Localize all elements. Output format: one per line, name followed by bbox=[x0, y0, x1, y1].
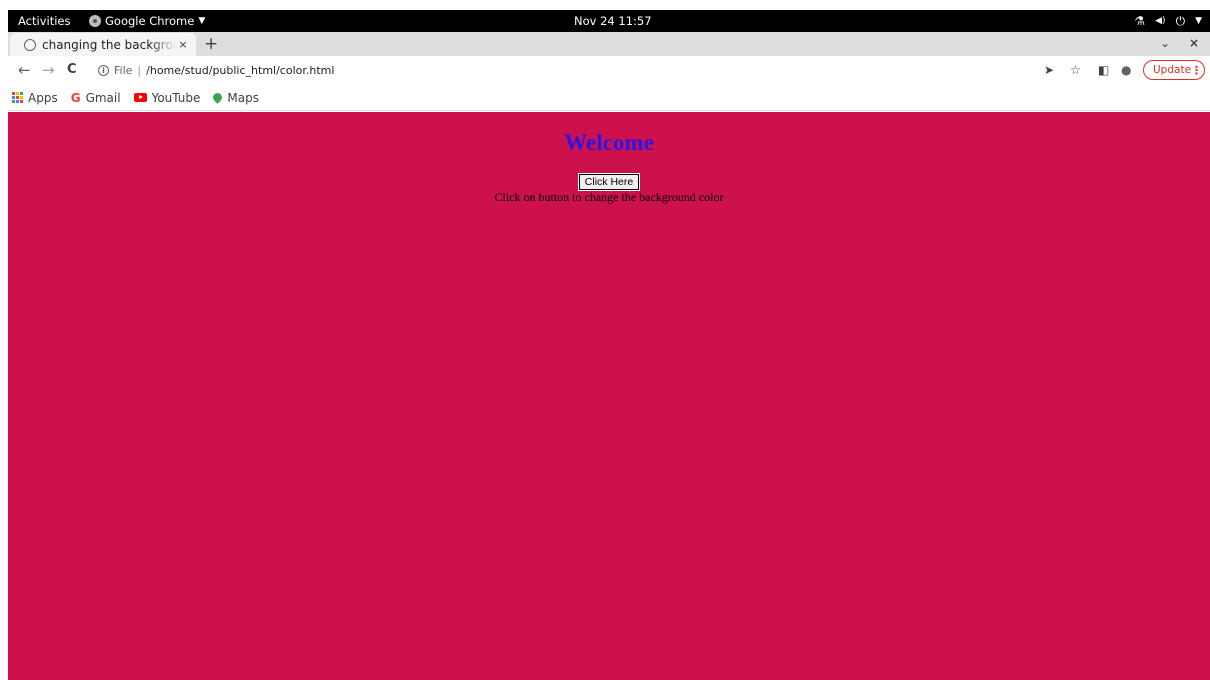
map-pin-icon bbox=[211, 91, 225, 104]
menu-dots-icon: ⋮ bbox=[1191, 63, 1203, 77]
forward-icon[interactable]: → bbox=[42, 61, 55, 79]
chevron-down-icon: ▼ bbox=[1195, 16, 1202, 26]
tab-active[interactable]: changing the background color × bbox=[10, 33, 196, 56]
bookmarks-bar: Apps G Gmail YouTube Maps bbox=[8, 85, 1210, 111]
app-menu[interactable]: Google Chrome ▼ bbox=[89, 14, 205, 28]
apps-grid-icon bbox=[12, 92, 23, 103]
new-tab-button[interactable]: + bbox=[204, 34, 218, 54]
google-icon: G bbox=[70, 90, 81, 105]
side-panel-icon[interactable]: ◧ bbox=[1098, 62, 1109, 78]
page-heading: Welcome bbox=[564, 130, 654, 155]
activities-button[interactable]: Activities bbox=[18, 14, 70, 28]
profile-icon[interactable]: ● bbox=[1121, 62, 1131, 78]
update-label: Update bbox=[1153, 64, 1192, 76]
bookmark-label: Gmail bbox=[85, 90, 121, 105]
app-name: Google Chrome bbox=[105, 14, 195, 28]
power-icon: ⏻ bbox=[1175, 14, 1186, 28]
info-icon[interactable]: i bbox=[98, 64, 109, 76]
chrome-icon bbox=[89, 15, 101, 27]
tab-title: changing the background color bbox=[42, 37, 176, 52]
clock[interactable]: Nov 24 11:57 bbox=[574, 14, 652, 28]
bookmark-apps[interactable]: Apps bbox=[12, 91, 58, 105]
youtube-icon bbox=[133, 93, 147, 102]
close-icon[interactable]: × bbox=[176, 38, 190, 51]
globe-icon bbox=[24, 38, 36, 51]
network-icon: ⚗ bbox=[1134, 14, 1146, 28]
system-top-bar: Activities Google Chrome ▼ Nov 24 11:57 … bbox=[8, 10, 1210, 32]
reload-icon[interactable]: C bbox=[67, 61, 77, 79]
web-page: Welcome Click Here Click on button to ch… bbox=[8, 112, 1210, 680]
address-path: /home/stud/public_html/color.html bbox=[146, 63, 335, 77]
volume-icon: ◀) bbox=[1155, 16, 1166, 26]
update-button[interactable]: Update ⋮ bbox=[1143, 60, 1205, 80]
tab-search-icon[interactable]: ⌄ bbox=[1160, 36, 1170, 50]
star-icon[interactable]: ☆ bbox=[1070, 62, 1081, 78]
bookmark-youtube[interactable]: YouTube bbox=[133, 90, 201, 105]
system-tray[interactable]: ⚗ ◀) ⏻ ▼ bbox=[1134, 13, 1202, 29]
address-separator: | bbox=[137, 63, 142, 77]
bookmark-label: Apps bbox=[28, 90, 58, 105]
bookmark-gmail[interactable]: G Gmail bbox=[71, 91, 121, 105]
change-color-button[interactable]: Click Here bbox=[577, 173, 641, 191]
bookmark-label: YouTube bbox=[151, 90, 201, 105]
address-bar[interactable]: i File | /home/stud/public_html/color.ht… bbox=[90, 59, 1040, 81]
bookmark-maps[interactable]: Maps bbox=[211, 90, 259, 105]
send-icon[interactable]: ➤ bbox=[1044, 62, 1054, 78]
browser-toolbar: ← → C i File | /home/stud/public_html/co… bbox=[8, 56, 1210, 85]
address-scheme: File bbox=[114, 63, 133, 77]
back-icon[interactable]: ← bbox=[18, 61, 31, 79]
bookmark-label: Maps bbox=[227, 90, 259, 105]
screen: Activities Google Chrome ▼ Nov 24 11:57 … bbox=[8, 10, 1210, 680]
instruction-text: Click on button to change the background… bbox=[494, 190, 724, 204]
chevron-down-icon: ▼ bbox=[198, 16, 206, 26]
window-close-icon[interactable]: × bbox=[1189, 36, 1199, 50]
tab-strip: changing the background color × + ⌄ × bbox=[8, 32, 1210, 56]
